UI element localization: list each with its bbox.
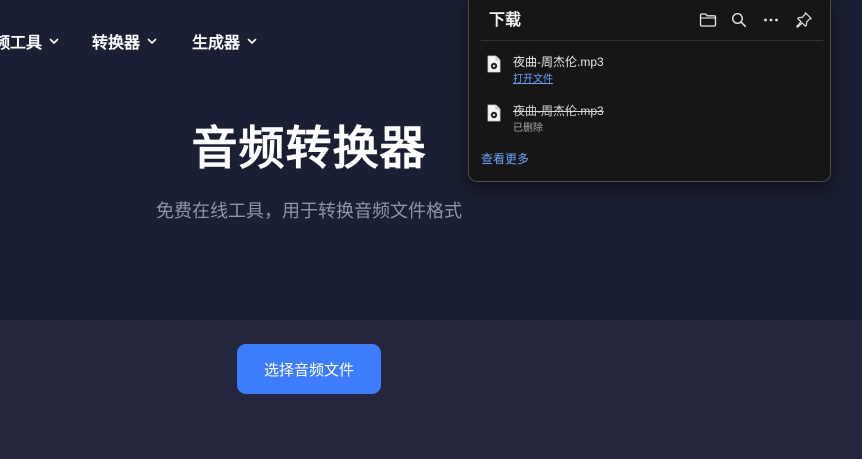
chevron-down-icon xyxy=(48,35,60,47)
download-file-name: 夜曲-周杰伦.mp3 xyxy=(513,55,604,69)
chevron-down-icon xyxy=(246,35,258,47)
more-icon[interactable] xyxy=(761,10,781,30)
audio-file-icon xyxy=(487,104,501,122)
chevron-down-icon xyxy=(146,35,158,47)
nav-item-generators[interactable]: 生成器 xyxy=(192,30,258,52)
select-audio-file-button[interactable]: 选择音频文件 xyxy=(237,344,381,394)
download-file-name: 夜曲-周杰伦.mp3 xyxy=(513,104,604,118)
download-item[interactable]: 夜曲-周杰伦.mp3 已删除 xyxy=(481,100,821,140)
audio-file-icon xyxy=(487,55,501,73)
search-icon[interactable] xyxy=(729,10,749,30)
page-title: 音频转换器 xyxy=(191,122,427,174)
download-item[interactable]: 夜曲-周杰伦.mp3 打开文件 xyxy=(481,51,821,91)
see-more-link[interactable]: 查看更多 xyxy=(481,151,529,167)
pin-icon[interactable] xyxy=(794,10,814,30)
page-subtitle: 免费在线工具，用于转换音频文件格式 xyxy=(156,201,462,221)
downloads-divider xyxy=(481,40,823,41)
folder-icon[interactable] xyxy=(698,10,718,30)
upload-section: 选择音频文件 xyxy=(0,320,862,459)
download-status: 已删除 xyxy=(513,123,543,134)
nav-item-audio-tools[interactable]: 频工具 xyxy=(0,30,60,52)
nav-item-label: 生成器 xyxy=(192,35,241,52)
downloads-panel: 下载 夜曲-周杰伦.mp3 打开文件 夜曲-周杰伦.mp3 已删除 查看更多 xyxy=(468,0,831,182)
nav-item-converters[interactable]: 转换器 xyxy=(92,30,158,52)
nav-item-label: 转换器 xyxy=(92,35,141,52)
downloads-header: 下载 xyxy=(469,0,830,40)
nav-item-label: 频工具 xyxy=(0,35,43,52)
open-file-link[interactable]: 打开文件 xyxy=(513,73,553,86)
downloads-title: 下载 xyxy=(489,12,522,29)
